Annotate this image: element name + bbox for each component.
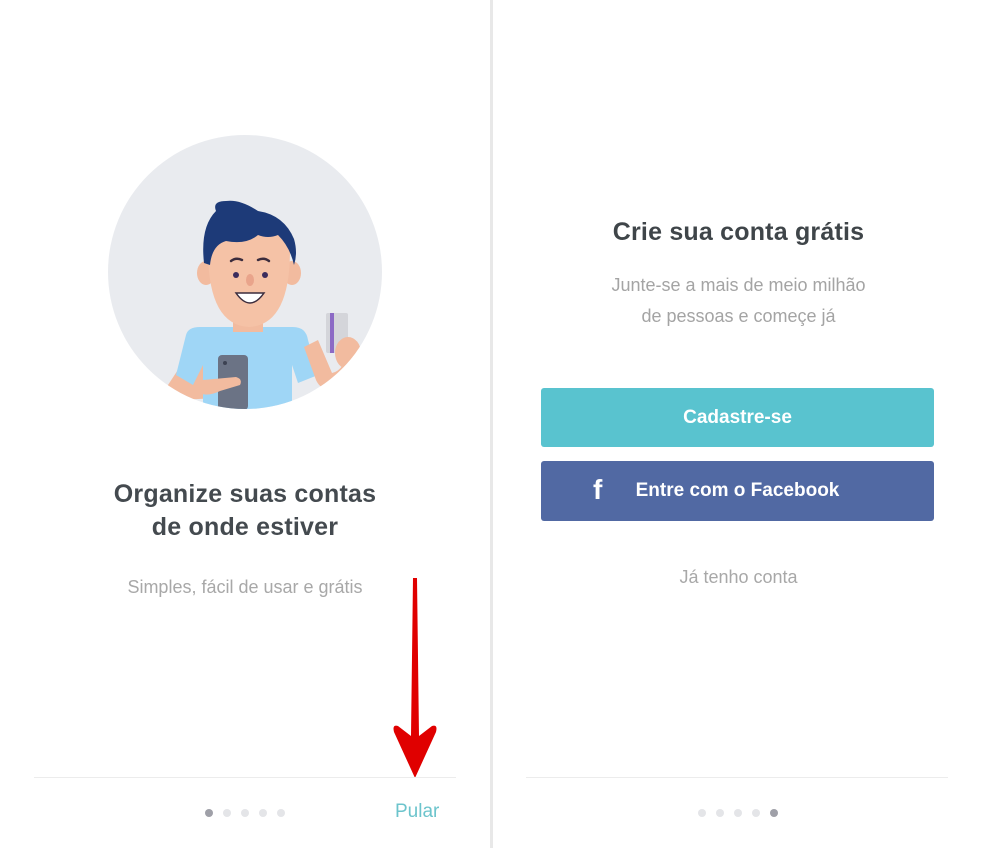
page-dot-5[interactable] bbox=[277, 809, 285, 817]
signup-subtext-line-1: Junte-se a mais de meio milhão bbox=[611, 275, 866, 295]
page-dot-1-active[interactable] bbox=[205, 809, 213, 817]
page-dot-3[interactable] bbox=[241, 809, 249, 817]
onboarding-headline: Organize suas contas de onde estiver bbox=[0, 478, 490, 544]
signup-title: Crie sua conta grátis bbox=[612, 218, 865, 246]
page-dot-2[interactable] bbox=[716, 809, 724, 817]
footer-divider bbox=[34, 777, 456, 778]
page-dot-4[interactable] bbox=[259, 809, 267, 817]
right-eye bbox=[262, 272, 268, 278]
page-indicator bbox=[205, 809, 285, 817]
headline-line-2: de onde estiver bbox=[151, 513, 339, 541]
page-dot-1[interactable] bbox=[698, 809, 706, 817]
existing-account-link[interactable]: Já tenho conta bbox=[493, 567, 984, 588]
page-dot-5-active[interactable] bbox=[770, 809, 778, 817]
signup-subtext-line-2: de pessoas e começe já bbox=[641, 306, 836, 326]
page-indicator bbox=[698, 809, 778, 817]
onboarding-screen-organize: Organize suas contas de onde estiver Sim… bbox=[0, 0, 490, 848]
footer-divider bbox=[526, 777, 948, 778]
page-dot-4[interactable] bbox=[752, 809, 760, 817]
left-eye bbox=[233, 272, 239, 278]
skip-button[interactable]: Pular bbox=[395, 801, 439, 823]
card-hand bbox=[335, 337, 361, 369]
signup-button[interactable]: Cadastre-se bbox=[541, 388, 934, 447]
nose bbox=[246, 274, 254, 286]
red-down-arrow-icon bbox=[393, 578, 437, 778]
signup-button-label: Cadastre-se bbox=[683, 406, 792, 428]
headline-line-1: Organize suas contas bbox=[113, 480, 377, 508]
facebook-button-label: Entre com o Facebook bbox=[635, 480, 840, 501]
page-dot-3[interactable] bbox=[734, 809, 742, 817]
man-with-phone-and-card-illustration bbox=[108, 135, 382, 409]
facebook-icon: f bbox=[593, 474, 603, 505]
signup-subtext: Junte-se a mais de meio milhão de pessoa… bbox=[493, 270, 984, 332]
page-dot-2[interactable] bbox=[223, 809, 231, 817]
onboarding-screen-signup: Crie sua conta grátis Junte-se a mais de… bbox=[493, 0, 984, 848]
facebook-login-button[interactable]: f Entre com o Facebook bbox=[541, 461, 934, 521]
